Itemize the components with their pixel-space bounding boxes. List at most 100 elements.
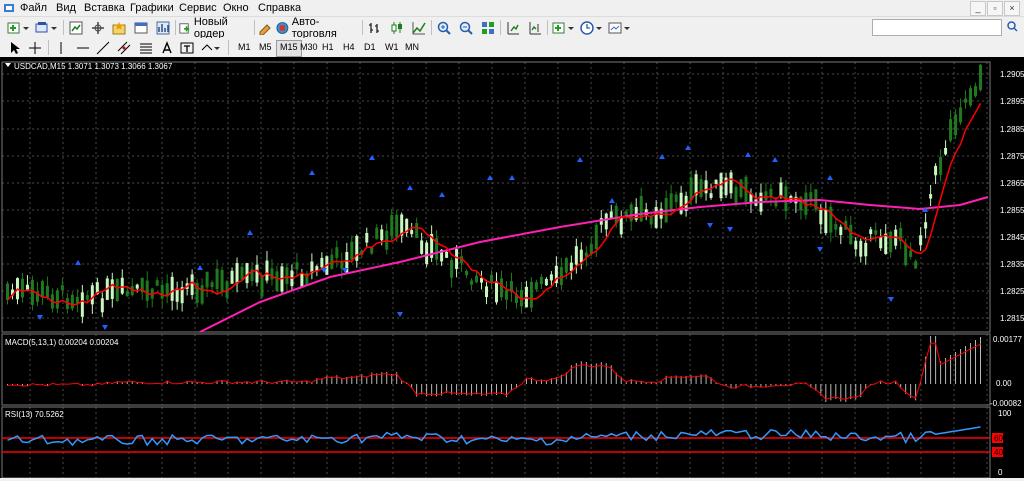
candle-body bbox=[6, 283, 9, 300]
candle-body bbox=[864, 242, 868, 257]
timeframe-mn[interactable]: MN bbox=[402, 40, 422, 55]
menu-insert[interactable]: Вставка bbox=[84, 0, 125, 16]
zoom-in-button[interactable] bbox=[435, 19, 453, 36]
market-watch-button[interactable] bbox=[67, 19, 85, 36]
zoom-out-button[interactable] bbox=[457, 19, 475, 36]
restore-button[interactable]: ▫ bbox=[987, 1, 1003, 16]
candle-body bbox=[869, 229, 873, 235]
candle-body bbox=[559, 267, 563, 285]
candle-body bbox=[839, 226, 843, 236]
candle-body bbox=[125, 291, 129, 297]
candle-body bbox=[564, 258, 568, 273]
trendline-icon bbox=[96, 41, 110, 54]
macd-label: 0.00 bbox=[996, 379, 1012, 388]
chart-shift-button[interactable] bbox=[526, 19, 544, 36]
cursor-tool[interactable] bbox=[8, 39, 22, 56]
candle-body bbox=[964, 98, 968, 103]
menu-file[interactable]: Файл bbox=[20, 0, 47, 16]
minimize-button[interactable]: _ bbox=[970, 1, 986, 16]
toolbar-separator bbox=[547, 20, 548, 35]
periods-button[interactable] bbox=[579, 19, 605, 36]
text-tool[interactable] bbox=[160, 39, 174, 56]
candle-body bbox=[824, 209, 828, 234]
toolbar-separator bbox=[175, 20, 176, 35]
channel-icon bbox=[117, 41, 131, 54]
profiles-button[interactable] bbox=[34, 19, 60, 36]
new-order-button[interactable]: Новый ордер bbox=[179, 16, 251, 40]
timeframe-m5[interactable]: M5 bbox=[256, 40, 275, 55]
strategy-tester-button[interactable] bbox=[154, 19, 172, 36]
menu-view[interactable]: Вид bbox=[56, 0, 76, 16]
autoscroll-button[interactable] bbox=[504, 19, 522, 36]
line-chart-button[interactable] bbox=[410, 19, 428, 36]
timeframe-m30[interactable]: M30 bbox=[297, 40, 321, 55]
candle-body bbox=[160, 284, 164, 299]
timeframe-h1[interactable]: H1 bbox=[319, 40, 337, 55]
candle-body bbox=[90, 285, 94, 305]
candle-body bbox=[704, 180, 708, 194]
favorites-button[interactable] bbox=[110, 19, 128, 36]
timeframe-w1[interactable]: W1 bbox=[382, 40, 402, 55]
text-label-tool[interactable] bbox=[180, 39, 194, 56]
vertical-line-tool[interactable] bbox=[54, 39, 68, 56]
fractal-arrow bbox=[745, 152, 751, 157]
templates-button[interactable] bbox=[607, 19, 633, 36]
metaeditor-button[interactable] bbox=[257, 19, 273, 36]
candle-body bbox=[874, 230, 878, 235]
chart-shift-icon bbox=[529, 21, 541, 34]
candlestick-button[interactable] bbox=[388, 19, 406, 36]
menu-charts[interactable]: Графики bbox=[130, 0, 174, 16]
timeframe-h4[interactable]: H4 bbox=[340, 40, 358, 55]
timeframe-m1[interactable]: M1 bbox=[235, 40, 254, 55]
timeframe-d1[interactable]: D1 bbox=[361, 40, 379, 55]
crosshair-tool[interactable] bbox=[28, 39, 42, 56]
pane-frames bbox=[1, 61, 991, 479]
fractal-arrow bbox=[577, 157, 583, 162]
bar-chart-button[interactable] bbox=[366, 19, 384, 36]
candle-body bbox=[300, 273, 304, 288]
search-input[interactable] bbox=[872, 19, 1002, 36]
horizontal-line-icon bbox=[77, 47, 89, 48]
chart-menu-arrow-icon[interactable] bbox=[5, 63, 11, 67]
chart-window[interactable]: USDCAD,M15 1.3071 1.3073 1.3066 1.3067 M… bbox=[0, 57, 1024, 479]
star-folder-icon bbox=[112, 21, 126, 34]
navigator-button[interactable] bbox=[89, 19, 107, 36]
candle-body bbox=[190, 274, 194, 295]
candle-body bbox=[679, 192, 683, 214]
candle-body bbox=[365, 232, 369, 243]
autoscroll-icon bbox=[507, 21, 519, 34]
new-chart-button[interactable] bbox=[6, 19, 32, 36]
auto-trading-button[interactable]: Авто-торговля bbox=[276, 16, 358, 40]
candle-body bbox=[499, 278, 503, 298]
fibonacci-icon bbox=[140, 43, 152, 53]
horizontal-line-tool[interactable] bbox=[76, 39, 90, 56]
trendline-tool[interactable] bbox=[96, 39, 110, 56]
equidistant-channel-tool[interactable] bbox=[116, 39, 132, 56]
close-button[interactable]: × bbox=[1004, 1, 1020, 16]
candle-body bbox=[589, 243, 593, 254]
candle-body bbox=[215, 268, 219, 290]
candle-body bbox=[609, 211, 613, 219]
candle-body bbox=[455, 249, 459, 269]
fractal-arrow bbox=[509, 175, 515, 180]
menu-tools[interactable]: Сервис bbox=[179, 0, 217, 16]
candle-body bbox=[465, 271, 469, 276]
menu-help[interactable]: Справка bbox=[258, 0, 301, 16]
arrows-tool[interactable] bbox=[200, 39, 222, 56]
indicators-button[interactable] bbox=[551, 19, 577, 36]
fractal-arrow bbox=[397, 312, 403, 317]
price-label: 1.2895 bbox=[1000, 97, 1024, 106]
tile-windows-button[interactable] bbox=[479, 19, 497, 36]
standard-toolbar: Новый ордер Авто-торговля bbox=[0, 16, 1024, 40]
candle-body bbox=[719, 173, 723, 199]
price-chart[interactable]: USDCAD,M15 1.3071 1.3073 1.3066 1.3067 M… bbox=[0, 57, 1024, 479]
menu-window[interactable]: Окно bbox=[223, 0, 249, 16]
search-icon[interactable] bbox=[1007, 21, 1018, 32]
terminal-button[interactable] bbox=[132, 19, 150, 36]
candle-body bbox=[914, 261, 918, 269]
fibonacci-tool[interactable] bbox=[138, 39, 154, 56]
candle-body bbox=[834, 224, 838, 230]
candle-body bbox=[115, 278, 119, 302]
candle-body bbox=[240, 266, 244, 280]
candle-body bbox=[490, 274, 494, 282]
